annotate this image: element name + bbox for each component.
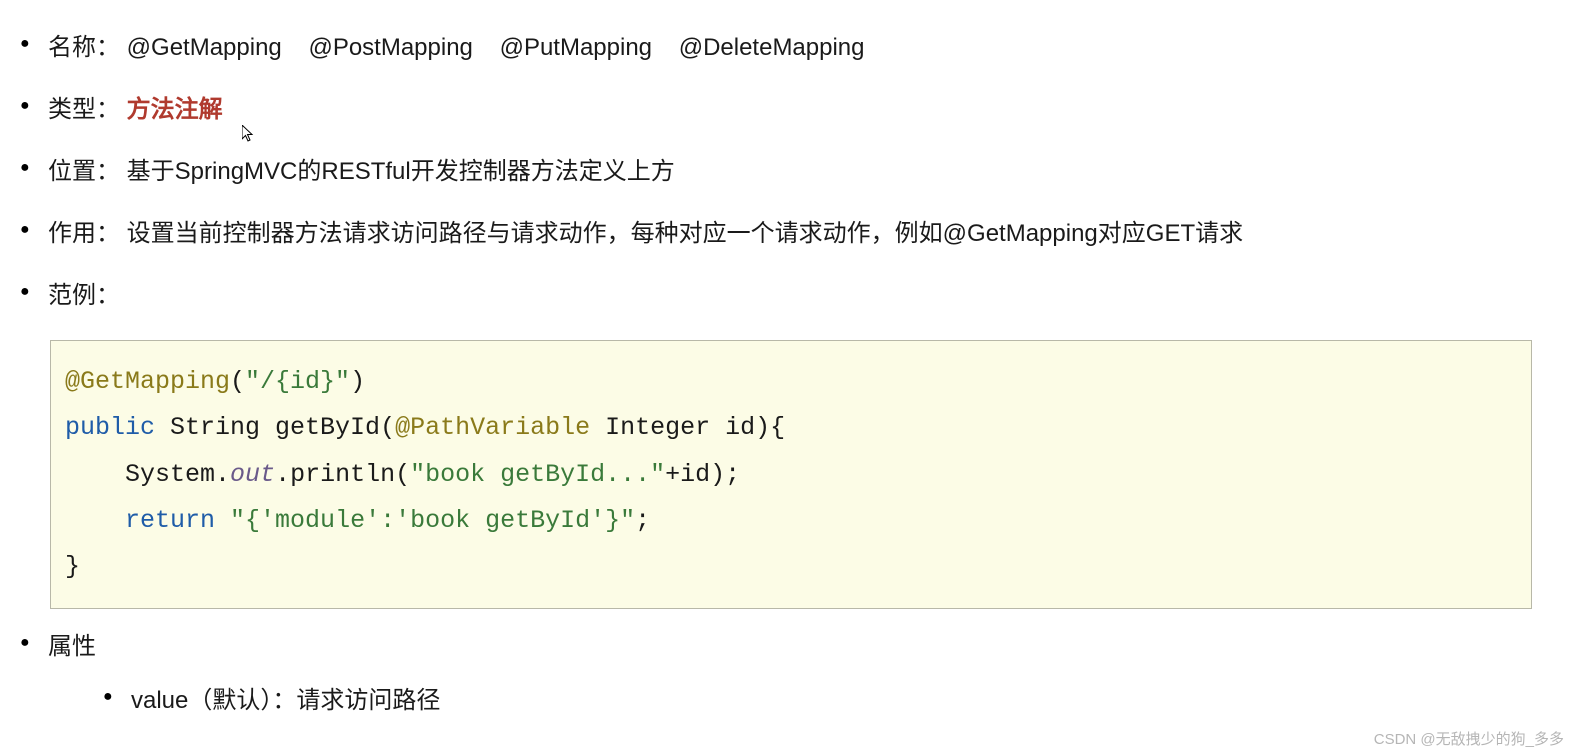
item-example: 范例：	[20, 278, 1562, 314]
purpose-value: 设置当前控制器方法请求访问路径与请求动作，每种对应一个请求动作，例如@GetMa…	[127, 220, 1243, 247]
item-name: 名称： @GetMapping @PostMapping @PutMapping…	[20, 30, 1562, 66]
annotation-0: @GetMapping	[127, 34, 282, 61]
item-position: 位置： 基于SpringMVC的RESTful开发控制器方法定义上方	[20, 154, 1562, 190]
code-example: @GetMapping("/{id}") public String getBy…	[50, 340, 1532, 609]
annotation-1: @PostMapping	[308, 34, 472, 61]
annotation-3: @DeleteMapping	[679, 34, 865, 61]
type-label: 类型：	[48, 96, 120, 123]
attribute-value: value（默认）：请求访问路径	[103, 683, 1562, 719]
purpose-label: 作用：	[48, 220, 120, 247]
item-type: 类型： 方法注解	[20, 92, 1562, 128]
definition-list: 名称： @GetMapping @PostMapping @PutMapping…	[20, 30, 1562, 314]
code-annotation: @GetMapping	[65, 367, 230, 396]
annotation-2: @PutMapping	[500, 34, 652, 61]
example-label: 范例：	[48, 282, 120, 309]
name-label: 名称：	[48, 34, 120, 61]
watermark: CSDN @无敌拽少的狗_多多	[1374, 728, 1564, 749]
attributes-label: 属性	[48, 633, 96, 660]
attributes-sublist: value（默认）：请求访问路径	[103, 683, 1562, 719]
type-value: 方法注解	[127, 96, 223, 123]
attributes-list: 属性 value（默认）：请求访问路径	[20, 629, 1562, 719]
attribute-value-text: value（默认）：请求访问路径	[131, 687, 440, 714]
item-attributes: 属性 value（默认）：请求访问路径	[20, 629, 1562, 719]
item-purpose: 作用： 设置当前控制器方法请求访问路径与请求动作，每种对应一个请求动作，例如@G…	[20, 216, 1562, 252]
position-value: 基于SpringMVC的RESTful开发控制器方法定义上方	[127, 158, 675, 185]
position-label: 位置：	[48, 158, 120, 185]
